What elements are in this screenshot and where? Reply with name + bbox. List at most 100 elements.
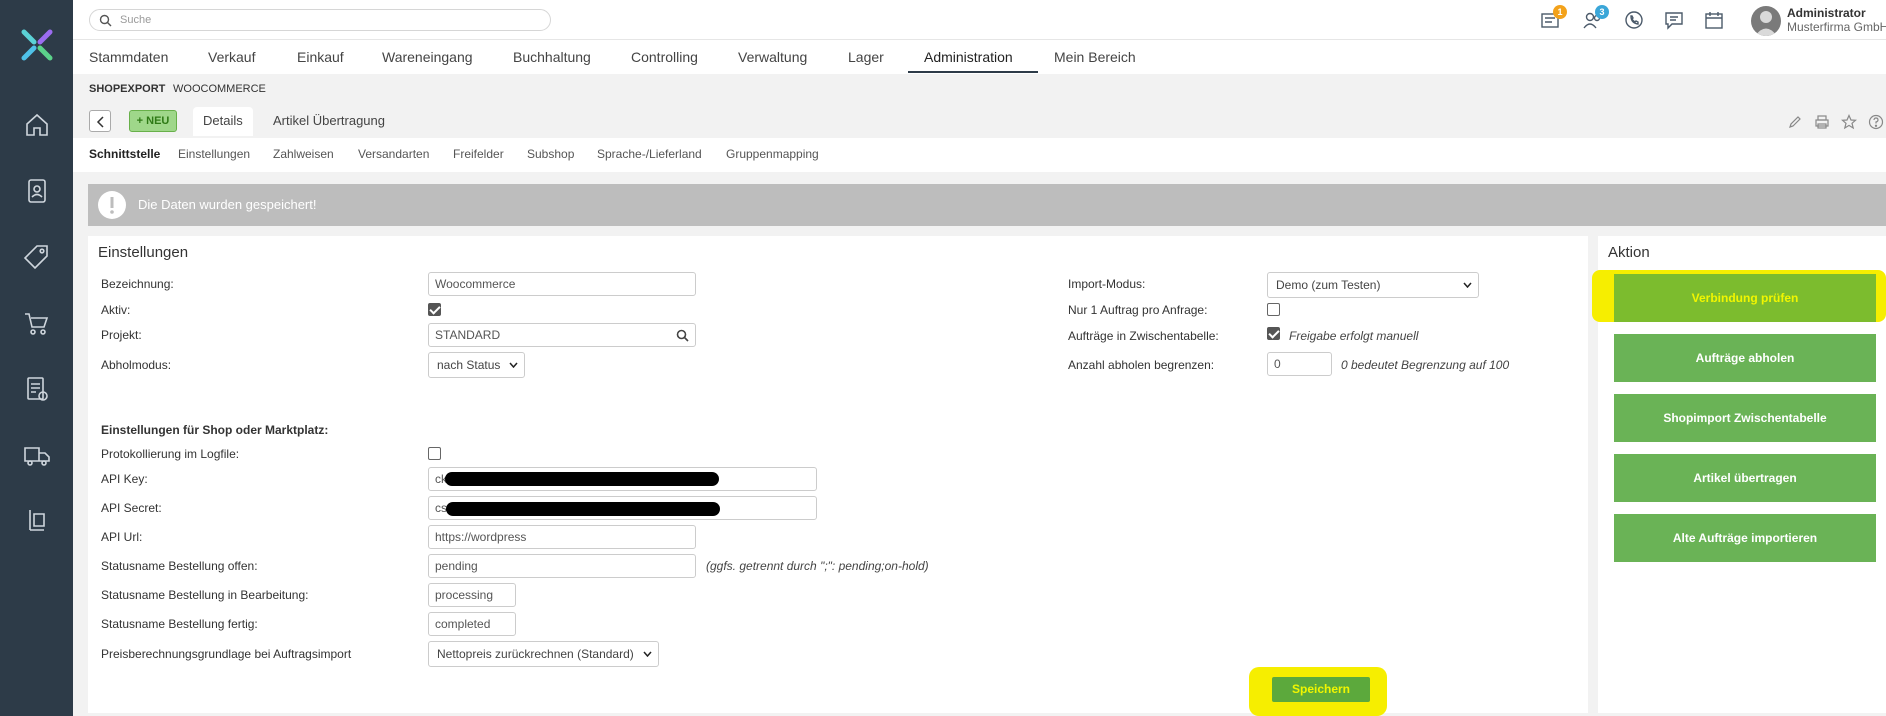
user-company: Musterfirma GmbH [1787,20,1886,34]
tag-icon[interactable] [22,242,52,272]
ein-auftrag-label: Nur 1 Auftrag pro Anfrage: [1068,303,1208,317]
aktiv-checkbox[interactable] [428,303,441,316]
anzahl-hint: 0 bedeutet Begrenzung auf 100 [1341,358,1510,372]
breadcrumb-shop: WOOCOMMERCE [173,83,266,95]
verbindung-pruefen-button[interactable]: Verbindung prüfen [1614,274,1876,322]
nav-verkauf[interactable]: Verkauf [208,49,255,65]
redaction-mark [446,502,720,516]
nav-controlling[interactable]: Controlling [631,49,698,65]
preis-value: Nettopreis zurückrechnen (Standard) [437,647,634,661]
nav-lager[interactable]: Lager [848,49,884,65]
nav-stammdaten[interactable]: Stammdaten [89,49,168,65]
delivery-icon[interactable] [22,440,52,470]
zwischentabelle-checkbox[interactable] [1267,327,1280,340]
actions-title: Aktion [1608,244,1650,261]
search-input[interactable] [120,12,540,28]
star-icon[interactable] [1840,114,1858,130]
status-offen-hint: (ggfs. getrennt durch ";": pending;on-ho… [706,559,929,573]
nav-active-indicator [908,71,1038,73]
breadcrumb: SHOPEXPORT WOOCOMMERCE [73,74,1886,104]
edit-icon[interactable] [1787,114,1803,130]
subnav-gruppenmapping[interactable]: Gruppenmapping [726,147,819,161]
avatar[interactable] [1751,6,1781,36]
preis-select[interactable]: Nettopreis zurückrechnen (Standard) [428,641,659,667]
nav-wareneingang[interactable]: Wareneingang [382,49,473,65]
status-fertig-input[interactable]: completed [428,612,516,636]
abholmodus-label: Abholmodus: [101,358,172,372]
subnav-versandarten[interactable]: Versandarten [358,147,429,161]
subnav-sprache-lieferland[interactable]: Sprache-/Lieferland [597,147,702,161]
nav-mein-bereich[interactable]: Mein Bereich [1054,49,1136,65]
import-modus-select[interactable]: Demo (zum Testen) [1267,272,1479,298]
import-modus-label: Import-Modus: [1068,277,1146,291]
bezeichnung-label: Bezeichnung: [101,277,174,291]
chat-icon[interactable] [1663,9,1685,31]
phone-icon[interactable] [1623,9,1645,31]
new-button[interactable]: + NEU [129,110,177,132]
projekt-value: STANDARD [435,328,501,342]
chevron-left-icon [96,116,104,128]
subnav-freifelder[interactable]: Freifelder [453,147,504,161]
ein-auftrag-checkbox[interactable] [1267,303,1280,316]
exclamation-icon [98,191,126,219]
home-icon[interactable] [22,110,52,140]
users-icon[interactable]: 3 [1581,5,1609,31]
search-icon [99,14,112,27]
nav-einkauf[interactable]: Einkauf [297,49,344,65]
abholmodus-select[interactable]: nach Status [428,352,525,378]
calendar-icon[interactable] [1703,9,1725,31]
api-url-label: API Url: [101,530,143,544]
api-url-input[interactable]: https://wordpress [428,525,696,549]
settings-panel [88,236,1588,713]
subnav-subshop[interactable]: Subshop [527,147,574,161]
cart-icon[interactable] [22,308,52,338]
user-name[interactable]: Administrator [1787,6,1866,20]
aktiv-label: Aktiv: [101,303,131,317]
status-bearbeitung-label: Statusname Bestellung in Bearbeitung: [101,588,309,602]
warehouse-icon[interactable] [22,506,52,536]
tab-artikel-uebertragung[interactable]: Artikel Übertragung [263,107,395,136]
status-bearbeitung-input[interactable]: processing [428,583,516,607]
chevron-down-icon [509,362,518,368]
api-secret-label: API Secret: [101,501,162,515]
alte-auftraege-importieren-button[interactable]: Alte Aufträge importieren [1614,514,1876,562]
nav-verwaltung[interactable]: Verwaltung [738,49,807,65]
tasks-icon[interactable]: 1 [1539,5,1567,31]
tab-details[interactable]: Details [193,107,253,136]
subnav-einstellungen[interactable]: Einstellungen [178,147,250,161]
print-icon[interactable] [1814,114,1830,130]
status-offen-input[interactable]: pending [428,554,696,578]
shopimport-zwischentabelle-button[interactable]: Shopimport Zwischentabelle [1614,394,1876,442]
back-button[interactable] [89,110,111,132]
help-icon[interactable] [1868,114,1884,130]
tasks-badge: 1 [1553,5,1567,19]
documents-icon[interactable] [22,374,52,404]
main-navigation: Stammdaten Verkauf Einkauf Wareneingang … [73,40,1886,74]
projekt-label: Projekt: [101,328,142,342]
nav-administration[interactable]: Administration [924,49,1013,65]
app-logo[interactable] [18,26,56,64]
chevron-down-icon [643,651,652,657]
nav-buchhaltung[interactable]: Buchhaltung [513,49,591,65]
sub-navigation: Schnittstelle Einstellungen Zahlweisen V… [73,138,1886,172]
preis-label: Preisberechnungsgrundlage bei Auftragsim… [101,647,352,661]
zwischentabelle-hint: Freigabe erfolgt manuell [1289,329,1419,343]
protokoll-checkbox[interactable] [428,447,441,460]
save-button[interactable]: Speichern [1272,677,1370,702]
subnav-zahlweisen[interactable]: Zahlweisen [273,147,334,161]
search-icon[interactable] [676,329,689,342]
artikel-uebertragen-button[interactable]: Artikel übertragen [1614,454,1876,502]
contacts-icon[interactable] [22,176,52,206]
projekt-input[interactable]: STANDARD [428,323,696,347]
search-box[interactable] [89,9,551,31]
success-alert: Die Daten wurden gespeichert! [88,184,1886,226]
anzahl-input[interactable]: 0 [1267,352,1332,376]
auftraege-abholen-button[interactable]: Aufträge abholen [1614,334,1876,382]
chevron-down-icon [1463,282,1472,288]
breadcrumb-module[interactable]: SHOPEXPORT [89,83,165,95]
tab-row: + NEU Details Artikel Übertragung [73,104,1886,138]
protokoll-label: Protokollierung im Logfile: [101,447,240,461]
api-key-label: API Key: [101,472,148,486]
subnav-schnittstelle[interactable]: Schnittstelle [89,147,160,161]
bezeichnung-input[interactable]: Woocommerce [428,272,696,296]
